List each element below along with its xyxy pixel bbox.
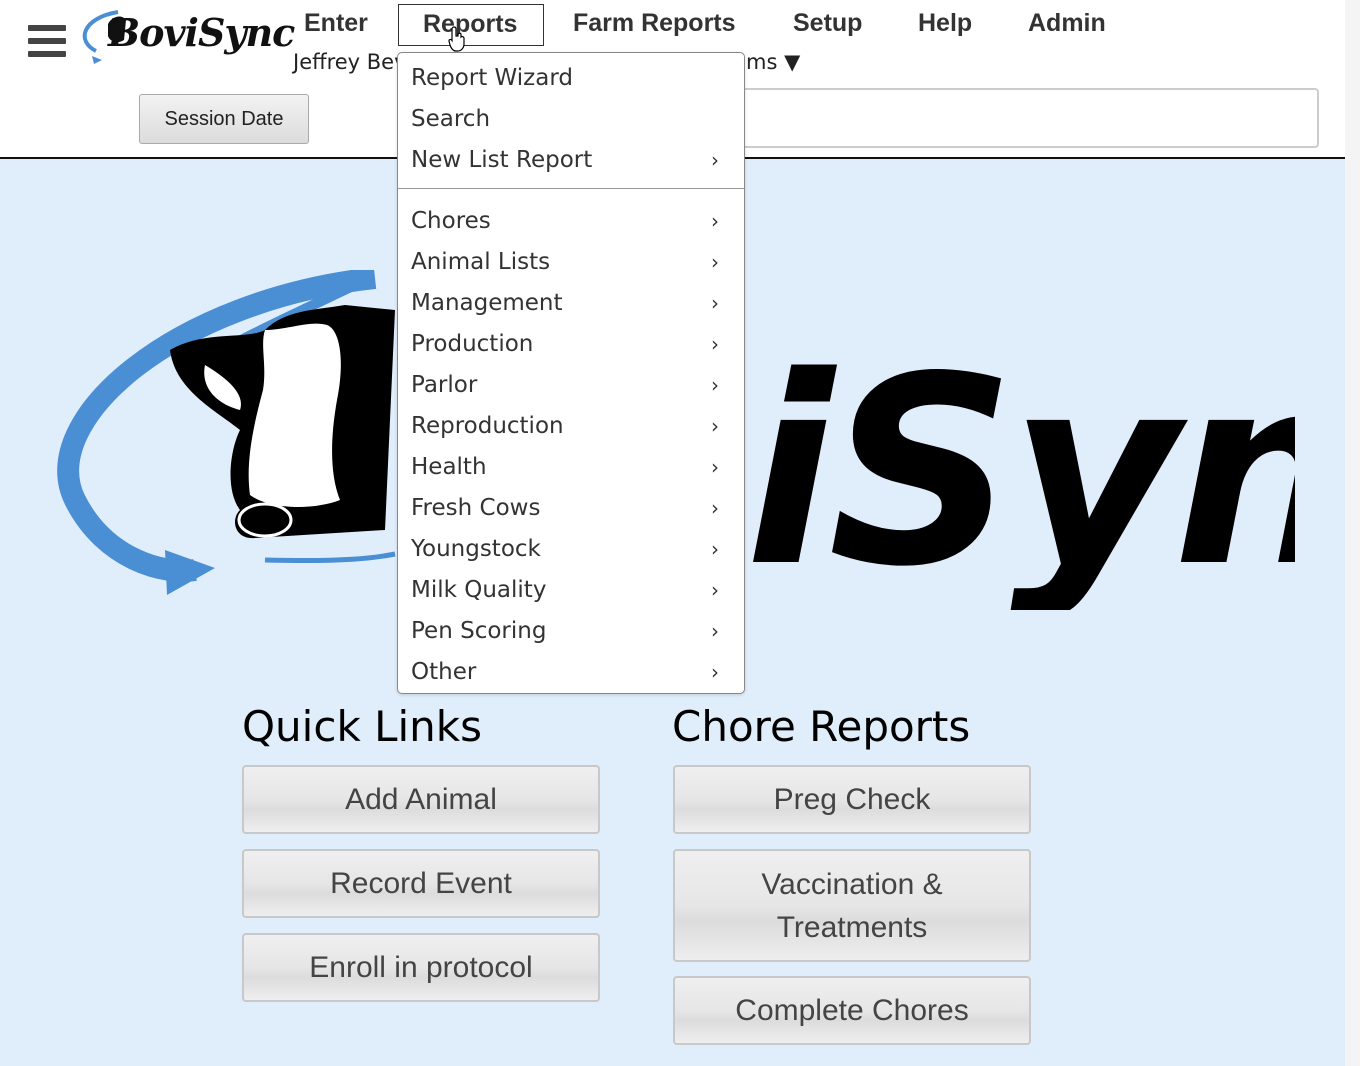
nav-help[interactable]: Help: [894, 4, 996, 46]
menu-item-chores[interactable]: Chores ›: [411, 201, 733, 241]
menu-item-health[interactable]: Health ›: [411, 447, 733, 487]
menu-item-fresh-cows[interactable]: Fresh Cows ›: [411, 488, 733, 528]
svg-text:iSync: iSync: [745, 322, 1295, 610]
menu-item-other[interactable]: Other ›: [411, 652, 733, 692]
chevron-right-icon: ›: [711, 291, 719, 315]
menu-item-parlor[interactable]: Parlor ›: [411, 365, 733, 405]
menu-item-reproduction[interactable]: Reproduction ›: [411, 406, 733, 446]
menu-item-milk-quality[interactable]: Milk Quality ›: [411, 570, 733, 610]
menu-item-search[interactable]: Search: [411, 99, 733, 139]
menu-item-animal-lists[interactable]: Animal Lists ›: [411, 242, 733, 282]
menu-item-pen-scoring[interactable]: Pen Scoring ›: [411, 611, 733, 651]
menu-item-label: Report Wizard: [411, 65, 573, 91]
chevron-right-icon: ›: [711, 209, 719, 233]
chevron-right-icon: ›: [711, 660, 719, 684]
chevron-right-icon: ›: [711, 619, 719, 643]
farm-selector[interactable]: ms ▼: [746, 50, 800, 74]
menu-item-label: Parlor: [411, 372, 478, 398]
menu-item-label: Other: [411, 659, 477, 685]
bovisync-logo-small[interactable]: BoviSync: [78, 6, 295, 66]
chevron-right-icon: ›: [711, 373, 719, 397]
chevron-right-icon: ›: [711, 537, 719, 561]
search-input[interactable]: [735, 88, 1319, 148]
enroll-in-protocol-button[interactable]: Enroll in protocol: [242, 933, 600, 1002]
nav-enter[interactable]: Enter: [280, 4, 392, 46]
vaccination-treatments-button[interactable]: Vaccination & Treatments: [673, 849, 1031, 962]
nav-admin[interactable]: Admin: [1004, 4, 1130, 46]
menu-item-label: Search: [411, 106, 491, 132]
menu-item-label: Health: [411, 454, 487, 480]
chevron-right-icon: ›: [711, 414, 719, 438]
chore-reports-title: Chore Reports: [672, 702, 971, 751]
menu-item-label: Production: [411, 331, 534, 357]
nav-reports[interactable]: Reports: [398, 4, 544, 46]
chevron-right-icon: ›: [711, 578, 719, 602]
menu-item-label: Reproduction: [411, 413, 564, 439]
logo-text: BoviSync: [108, 10, 295, 55]
chevron-right-icon: ›: [711, 455, 719, 479]
menu-item-management[interactable]: Management ›: [411, 283, 733, 323]
chevron-right-icon: ›: [711, 148, 719, 172]
menu-item-new-list-report[interactable]: New List Report ›: [411, 140, 733, 180]
menu-item-youngstock[interactable]: Youngstock ›: [411, 529, 733, 569]
menu-item-label: New List Report: [411, 147, 593, 173]
quick-links-title: Quick Links: [242, 702, 483, 751]
hamburger-menu-icon[interactable]: [28, 25, 66, 57]
complete-chores-button[interactable]: Complete Chores: [673, 976, 1031, 1045]
menu-item-label: Milk Quality: [411, 577, 547, 603]
record-event-button[interactable]: Record Event: [242, 849, 600, 918]
menu-item-report-wizard[interactable]: Report Wizard: [411, 58, 733, 98]
menu-item-label: Management: [411, 290, 563, 316]
chevron-right-icon: ›: [711, 332, 719, 356]
menu-item-label: Animal Lists: [411, 249, 551, 275]
menu-item-label: Chores: [411, 208, 491, 234]
scrollbar-track[interactable]: [1345, 0, 1360, 1066]
nav-farm-reports[interactable]: Farm Reports: [549, 4, 760, 46]
chevron-right-icon: ›: [711, 496, 719, 520]
session-date-button[interactable]: Session Date: [139, 94, 309, 144]
reports-dropdown-menu: Report Wizard Search New List Report › C…: [397, 52, 745, 694]
chevron-right-icon: ›: [711, 250, 719, 274]
menu-item-production[interactable]: Production ›: [411, 324, 733, 364]
hand-pointer-cursor: [448, 26, 465, 52]
user-name[interactable]: Jeffrey Bev: [293, 50, 407, 74]
preg-check-button[interactable]: Preg Check: [673, 765, 1031, 834]
menu-item-label: Youngstock: [411, 536, 541, 562]
menu-divider: [398, 188, 744, 189]
menu-item-label: Fresh Cows: [411, 495, 541, 521]
add-animal-button[interactable]: Add Animal: [242, 765, 600, 834]
menu-item-label: Pen Scoring: [411, 618, 547, 644]
nav-setup[interactable]: Setup: [769, 4, 886, 46]
